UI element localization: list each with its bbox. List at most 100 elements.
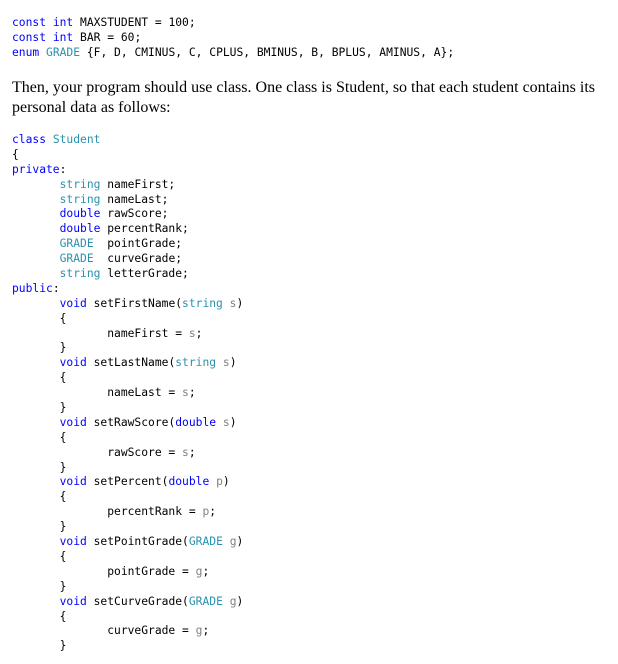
code-token: } — [12, 520, 67, 534]
code-line: curveGrade = g; — [12, 624, 243, 639]
code-line: string letterGrade; — [12, 267, 243, 282]
code-token: percentRank = — [12, 505, 203, 519]
type-token: string — [59, 192, 101, 206]
keyword-token: void — [59, 475, 87, 489]
code-token: pointGrade = — [12, 564, 196, 578]
code-line: } — [12, 580, 243, 595]
code-token: : — [52, 281, 60, 295]
code-token: ; — [195, 326, 203, 340]
code-token: rawScore; — [100, 207, 169, 221]
code-token: nameLast = — [12, 386, 183, 400]
code-token: { — [12, 609, 67, 623]
code-token: ; — [202, 624, 210, 638]
code-line: double percentRank; — [12, 222, 243, 237]
code-token: } — [12, 401, 67, 415]
code-token: ) — [222, 475, 230, 489]
code-token: nameFirst; — [100, 177, 176, 191]
code-token: { — [12, 371, 67, 385]
code-token: ; — [188, 386, 196, 400]
code-line: } — [12, 341, 243, 356]
keyword-token: void — [59, 415, 87, 429]
parameter-token: p — [216, 475, 223, 489]
code-line: nameLast = s; — [12, 386, 243, 401]
code-token: ) — [236, 594, 244, 608]
code-line: const int BAR = 60; — [12, 31, 454, 46]
code-line: const int MAXSTUDENT = 100; — [12, 16, 454, 31]
type-token: GRADE — [188, 535, 223, 549]
code-block-student-class: class Student{private: string nameFirst;… — [12, 133, 243, 654]
type-token: string — [59, 177, 101, 191]
keyword-token: int — [52, 30, 74, 44]
code-token: rawScore = — [12, 445, 183, 459]
code-line: { — [12, 148, 243, 163]
code-line: { — [12, 550, 243, 565]
type-token: GRADE — [59, 252, 94, 266]
code-token: ; — [209, 505, 217, 519]
keyword-token: const — [12, 30, 47, 44]
code-line: { — [12, 490, 243, 505]
parameter-token: s — [222, 415, 230, 429]
code-line: pointGrade = g; — [12, 565, 243, 580]
code-line: { — [12, 610, 243, 625]
type-token: Student — [52, 133, 101, 146]
code-token: curveGrade; — [93, 252, 183, 266]
code-token: ) — [229, 356, 237, 370]
code-line: { — [12, 312, 243, 327]
code-token: { — [12, 147, 19, 161]
keyword-token: double — [59, 207, 101, 221]
type-token: string — [59, 267, 101, 281]
code-line: { — [12, 371, 243, 386]
type-token: string — [175, 356, 217, 370]
code-line: void setFirstName(string s) — [12, 296, 244, 312]
keyword-token: const — [12, 16, 47, 29]
code-token: : — [59, 162, 67, 176]
code-token: ; — [188, 445, 196, 459]
code-token: { — [12, 311, 67, 325]
code-token: { — [12, 549, 67, 563]
keyword-token: class — [12, 133, 47, 146]
keyword-token: int — [52, 16, 74, 29]
code-token: setRawScore( — [86, 415, 176, 429]
keyword-token: void — [59, 594, 87, 608]
code-token: setCurveGrade( — [86, 594, 189, 608]
code-token: curveGrade = — [12, 624, 196, 638]
code-line: GRADE pointGrade; — [12, 237, 243, 252]
code-token: setFirstName( — [86, 296, 183, 310]
keyword-token: public — [12, 281, 53, 295]
code-line: GRADE curveGrade; — [12, 252, 243, 267]
code-token: {F, D, CMINUS, C, CPLUS, BMINUS, B, BPLU… — [80, 45, 455, 59]
parameter-token: g — [229, 594, 237, 608]
code-line: double rawScore; — [12, 207, 243, 222]
code-token: ) — [236, 535, 244, 549]
parameter-token: s — [222, 356, 230, 370]
code-line: } — [12, 520, 243, 535]
keyword-token: double — [175, 415, 217, 429]
code-line: void setPointGrade(GRADE g) — [12, 535, 244, 550]
keyword-token: void — [59, 535, 87, 549]
code-line: } — [12, 639, 243, 654]
code-line: nameFirst = s; — [12, 327, 243, 342]
parameter-token: g — [229, 535, 237, 549]
keyword-token: double — [168, 475, 210, 489]
code-token: { — [12, 490, 67, 504]
keyword-token: void — [59, 296, 87, 310]
code-line: public: — [12, 282, 243, 297]
keyword-token: private — [12, 162, 60, 176]
keyword-token: enum — [12, 45, 40, 59]
parameter-token: s — [182, 445, 189, 459]
code-line: } — [12, 401, 243, 416]
code-line: } — [12, 461, 243, 476]
